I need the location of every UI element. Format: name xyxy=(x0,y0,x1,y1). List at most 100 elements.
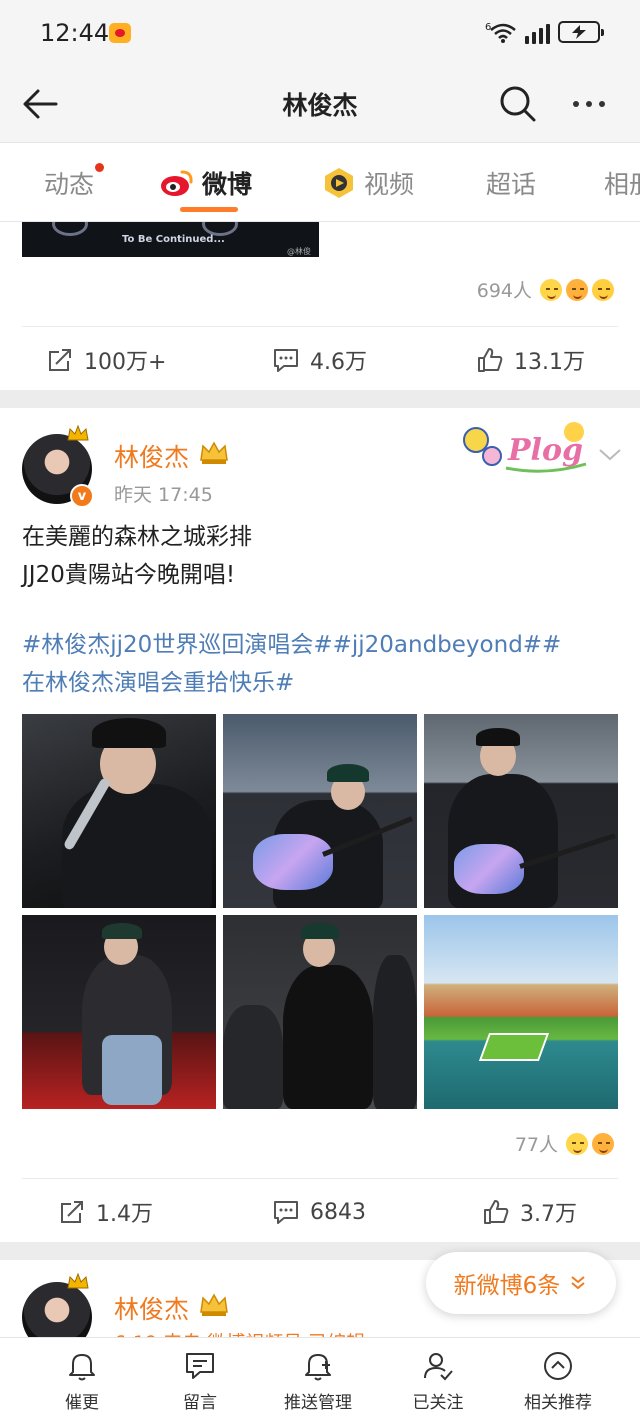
related-recommend-button[interactable]: 相关推荐 xyxy=(498,1348,618,1413)
new-weibo-label: 新微博6条 xyxy=(453,1273,561,1299)
plog-sticker-icon: Plog xyxy=(463,422,587,473)
avatar[interactable] xyxy=(22,1272,92,1340)
active-tab-indicator xyxy=(180,207,238,212)
more-icon[interactable] xyxy=(564,82,614,126)
previous-post-card: To Be Continued... @林俊 694人 100万+ 4.6万 1… xyxy=(0,222,640,390)
bottom-label: 催更 xyxy=(65,1393,99,1413)
image-watermark: @林俊 xyxy=(287,247,311,256)
crown-icon xyxy=(67,424,89,441)
remind-update-button[interactable]: 催更 xyxy=(22,1348,142,1413)
new-weibo-button[interactable]: 新微博6条 xyxy=(426,1252,616,1314)
like-count: 13.1万 xyxy=(514,350,585,375)
tab-label: 超话 xyxy=(486,170,537,199)
push-settings-button[interactable]: 推送管理 xyxy=(258,1348,378,1413)
author-name[interactable]: 林俊杰 xyxy=(114,438,189,474)
avatar[interactable]: v xyxy=(22,424,94,508)
photo-5[interactable] xyxy=(223,915,417,1109)
comment-button[interactable]: 6843 xyxy=(272,1180,366,1244)
divider xyxy=(22,326,618,327)
repost-button[interactable]: 100万+ xyxy=(46,328,166,392)
comment-icon xyxy=(274,349,298,372)
bottom-label: 相关推荐 xyxy=(524,1393,592,1413)
photo-6[interactable] xyxy=(424,915,618,1109)
weibo-notification-icon xyxy=(109,23,131,43)
bell-icon xyxy=(69,1354,95,1381)
photo-1[interactable] xyxy=(22,714,216,908)
tab-label: 动态 xyxy=(44,170,95,199)
weibo-logo-icon xyxy=(161,170,193,196)
photo-4[interactable] xyxy=(22,915,216,1109)
repost-count: 100万+ xyxy=(84,350,167,375)
like-icon xyxy=(478,348,503,372)
post-time: 昨天 17:45 xyxy=(114,484,213,506)
post-card: v 林俊杰 昨天 17:45 Plog 在美麗的森林之城彩排 JJ20貴陽站今晚… xyxy=(0,408,640,1242)
nav-bar: 林俊杰 xyxy=(0,66,640,142)
bottom-label: 留言 xyxy=(183,1393,217,1413)
message-button[interactable]: 留言 xyxy=(140,1348,260,1413)
emoji-icon xyxy=(564,1130,590,1157)
emoji-icon xyxy=(590,276,616,303)
comment-count: 4.6万 xyxy=(310,350,367,375)
tab-label: 微博 xyxy=(202,170,253,199)
signal-icon xyxy=(525,20,550,44)
reactors-row[interactable]: 77人 xyxy=(515,1130,616,1157)
action-bar: 1.4万 6843 3.7万 xyxy=(0,1180,640,1244)
like-button[interactable]: 13.1万 xyxy=(476,328,585,392)
reactors-row[interactable]: 694人 xyxy=(477,276,616,303)
like-count: 3.7万 xyxy=(520,1202,577,1227)
bottom-label: 推送管理 xyxy=(284,1393,352,1413)
vip-crown-icon xyxy=(200,1293,228,1316)
chevron-down-icon[interactable] xyxy=(596,444,624,464)
repost-button[interactable]: 1.4万 xyxy=(58,1180,153,1244)
post-text-line: JJ20貴陽站今晚開唱! xyxy=(22,562,236,588)
sticker-text: Plog xyxy=(507,433,583,468)
tab-album[interactable]: 相册 xyxy=(604,165,640,201)
search-icon[interactable] xyxy=(496,82,540,126)
reactors-count: 694人 xyxy=(476,280,532,302)
emoji-icon xyxy=(538,276,564,303)
verified-badge: v xyxy=(70,484,94,508)
repost-count: 1.4万 xyxy=(96,1202,153,1227)
hashtag-link[interactable]: #林俊杰jj20世界巡回演唱会##jj20andbeyond## xyxy=(22,626,622,664)
photo-3[interactable] xyxy=(424,714,618,908)
author-name[interactable]: 林俊杰 xyxy=(114,1290,189,1326)
emoji-icon xyxy=(590,1130,616,1157)
crown-icon xyxy=(67,1272,89,1289)
double-chevron-down-icon xyxy=(571,1276,585,1290)
photo-2[interactable] xyxy=(223,714,417,908)
vip-crown-icon xyxy=(200,441,228,464)
reactors-count: 77人 xyxy=(514,1134,558,1156)
wifi-badge: 6 xyxy=(485,22,491,33)
repost-icon xyxy=(61,1201,83,1223)
divider xyxy=(22,1178,618,1179)
back-arrow-icon[interactable] xyxy=(18,82,62,126)
tab-weibo[interactable]: 微博 xyxy=(160,165,252,201)
profile-tabs: 动态 微博 视频 超话 相册 xyxy=(0,142,640,222)
user-check-icon xyxy=(424,1353,453,1381)
status-time: 12:44 xyxy=(40,19,110,47)
tab-label: 相册 xyxy=(604,170,640,199)
video-icon xyxy=(325,168,353,198)
tab-super-topic[interactable]: 超话 xyxy=(486,165,536,201)
post-text-line: 在美麗的森林之城彩排 xyxy=(22,524,252,550)
wifi-icon: 6 xyxy=(485,22,516,43)
like-button[interactable]: 3.7万 xyxy=(482,1180,577,1244)
push-bell-icon xyxy=(305,1354,331,1381)
comment-button[interactable]: 4.6万 xyxy=(272,328,367,392)
status-bar: 12:44 6 xyxy=(0,0,640,66)
repost-icon xyxy=(49,349,71,371)
hashtag-link[interactable]: 在林俊杰演唱会重拾快乐# xyxy=(22,664,622,702)
previous-post-image[interactable]: To Be Continued... @林俊 xyxy=(22,222,319,257)
bottom-action-bar: 催更 留言 推送管理 已关注 相关推荐 xyxy=(0,1337,640,1425)
like-icon xyxy=(484,1200,509,1224)
tab-video[interactable]: 视频 xyxy=(322,165,414,201)
comment-icon xyxy=(274,1201,298,1224)
notification-dot xyxy=(95,163,105,172)
bottom-label: 已关注 xyxy=(412,1393,464,1413)
following-button[interactable]: 已关注 xyxy=(378,1348,498,1413)
status-icons: 6 xyxy=(485,20,604,44)
comment-count: 6843 xyxy=(310,1199,366,1225)
page-title: 林俊杰 xyxy=(282,91,358,120)
tab-dynamics[interactable]: 动态 xyxy=(44,163,105,201)
image-caption: To Be Continued... xyxy=(122,234,225,245)
